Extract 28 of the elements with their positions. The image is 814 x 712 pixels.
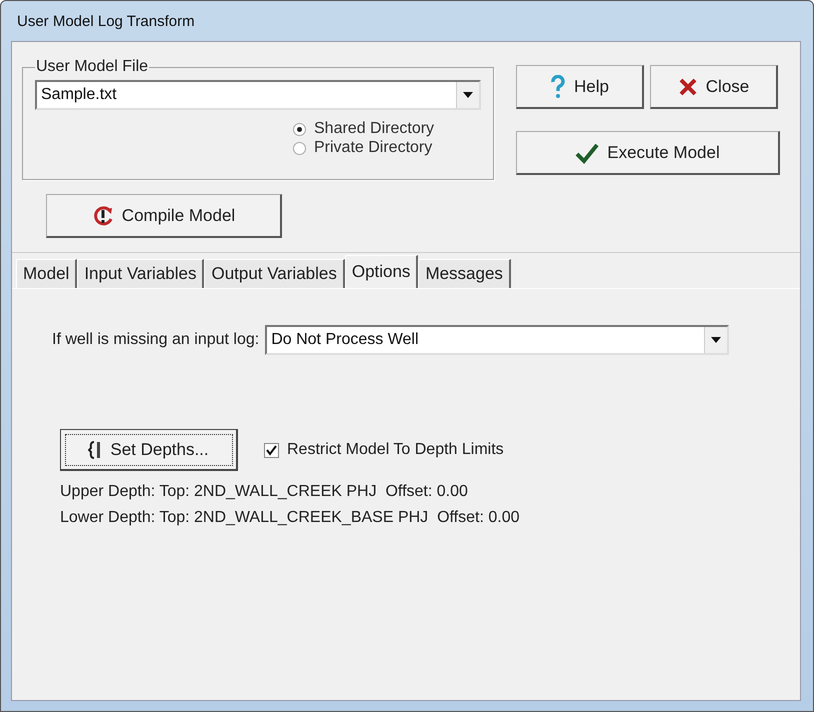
bracket-icon <box>88 440 102 460</box>
set-depths-button[interactable]: Set Depths... <box>60 429 238 471</box>
tab[interactable]: Output Variables <box>204 259 345 288</box>
group-title: User Model File <box>35 58 150 76</box>
close-button[interactable]: Close <box>650 65 778 109</box>
window-title: User Model Log Transform <box>16 12 196 32</box>
tab[interactable]: Model <box>16 259 78 288</box>
check-icon <box>266 444 277 456</box>
missing-log-dropdown[interactable]: Do Not Process Well <box>265 325 730 355</box>
tab[interactable]: Options <box>344 255 418 288</box>
missing-log-label: If well is missing an input log: <box>52 331 260 349</box>
restrict-checkbox[interactable]: Restrict Model To Depth Limits <box>264 441 504 459</box>
question-icon <box>550 74 566 98</box>
caret-icon <box>463 92 473 98</box>
compile-button[interactable]: Compile Model <box>46 194 282 238</box>
help-button[interactable]: Help <box>516 65 644 109</box>
caret-icon <box>711 337 722 343</box>
close-icon <box>678 76 698 96</box>
refresh-icon <box>92 204 114 226</box>
execute-button[interactable]: Execute Model <box>516 131 780 175</box>
directory-radio[interactable]: Private Directory <box>293 139 481 157</box>
tab[interactable]: Input Variables <box>77 259 204 288</box>
directory-radio[interactable]: Shared Directory <box>293 120 481 138</box>
file-dropdown[interactable]: Sample.txt <box>35 80 481 110</box>
depth-info-text: Upper Depth: Top: 2ND_WALL_CREEK PHJ Offset: 0.00 <box>60 483 469 501</box>
checkmark-icon <box>575 142 600 164</box>
tab[interactable]: Messages <box>418 259 511 288</box>
depth-info-text: Lower Depth: Top: 2ND_WALL_CREEK_BASE PHJ Offset: 0.00 <box>60 509 520 527</box>
